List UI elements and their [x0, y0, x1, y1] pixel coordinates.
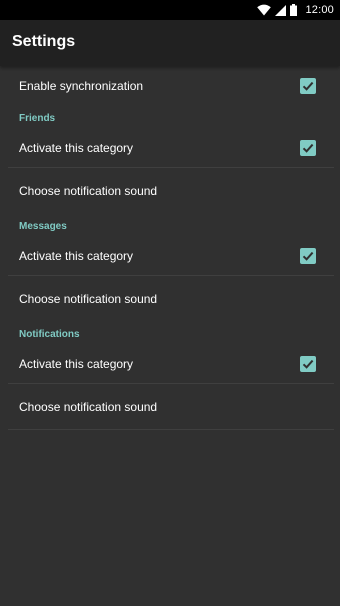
notifications-sound-row[interactable]: Choose notification sound — [0, 384, 340, 430]
section-title-friends: Friends — [19, 113, 56, 124]
notifications-activate-label: Activate this category — [19, 357, 134, 371]
enable-sync-row[interactable]: Enable synchronization — [0, 66, 340, 106]
friends-sound-row[interactable]: Choose notification sound — [0, 168, 340, 214]
divider — [8, 429, 334, 430]
signal-icon — [275, 4, 287, 16]
friends-activate-row[interactable]: Activate this category — [0, 128, 340, 168]
notifications-activate-checkbox[interactable] — [300, 356, 316, 372]
messages-activate-label: Activate this category — [19, 249, 134, 263]
settings-list: Enable synchronization Friends Activate … — [0, 66, 340, 430]
section-title-notifications: Notifications — [19, 329, 80, 340]
page-title: Settings — [12, 33, 76, 50]
checkmark-icon — [302, 251, 314, 261]
friends-activate-checkbox[interactable] — [300, 140, 316, 156]
friends-sound-label: Choose notification sound — [19, 184, 158, 198]
status-bar: 12:00 — [0, 0, 340, 20]
notifications-activate-row[interactable]: Activate this category — [0, 344, 340, 384]
checkmark-icon — [302, 81, 314, 91]
enable-sync-label: Enable synchronization — [19, 79, 144, 93]
notifications-sound-label: Choose notification sound — [19, 400, 158, 414]
section-header-friends: Friends — [0, 106, 340, 128]
messages-sound-row[interactable]: Choose notification sound — [0, 276, 340, 322]
app-bar: Settings — [0, 20, 340, 66]
messages-activate-row[interactable]: Activate this category — [0, 236, 340, 276]
messages-activate-checkbox[interactable] — [300, 248, 316, 264]
status-icons: 12:00 — [257, 0, 334, 20]
section-header-notifications: Notifications — [0, 322, 340, 344]
checkmark-icon — [302, 143, 314, 153]
section-header-messages: Messages — [0, 214, 340, 236]
messages-sound-label: Choose notification sound — [19, 292, 158, 306]
status-time: 12:00 — [305, 4, 334, 16]
section-title-messages: Messages — [19, 221, 67, 232]
checkmark-icon — [302, 359, 314, 369]
battery-icon — [290, 4, 298, 16]
enable-sync-checkbox[interactable] — [300, 78, 316, 94]
wifi-icon — [257, 4, 272, 16]
friends-activate-label: Activate this category — [19, 141, 134, 155]
